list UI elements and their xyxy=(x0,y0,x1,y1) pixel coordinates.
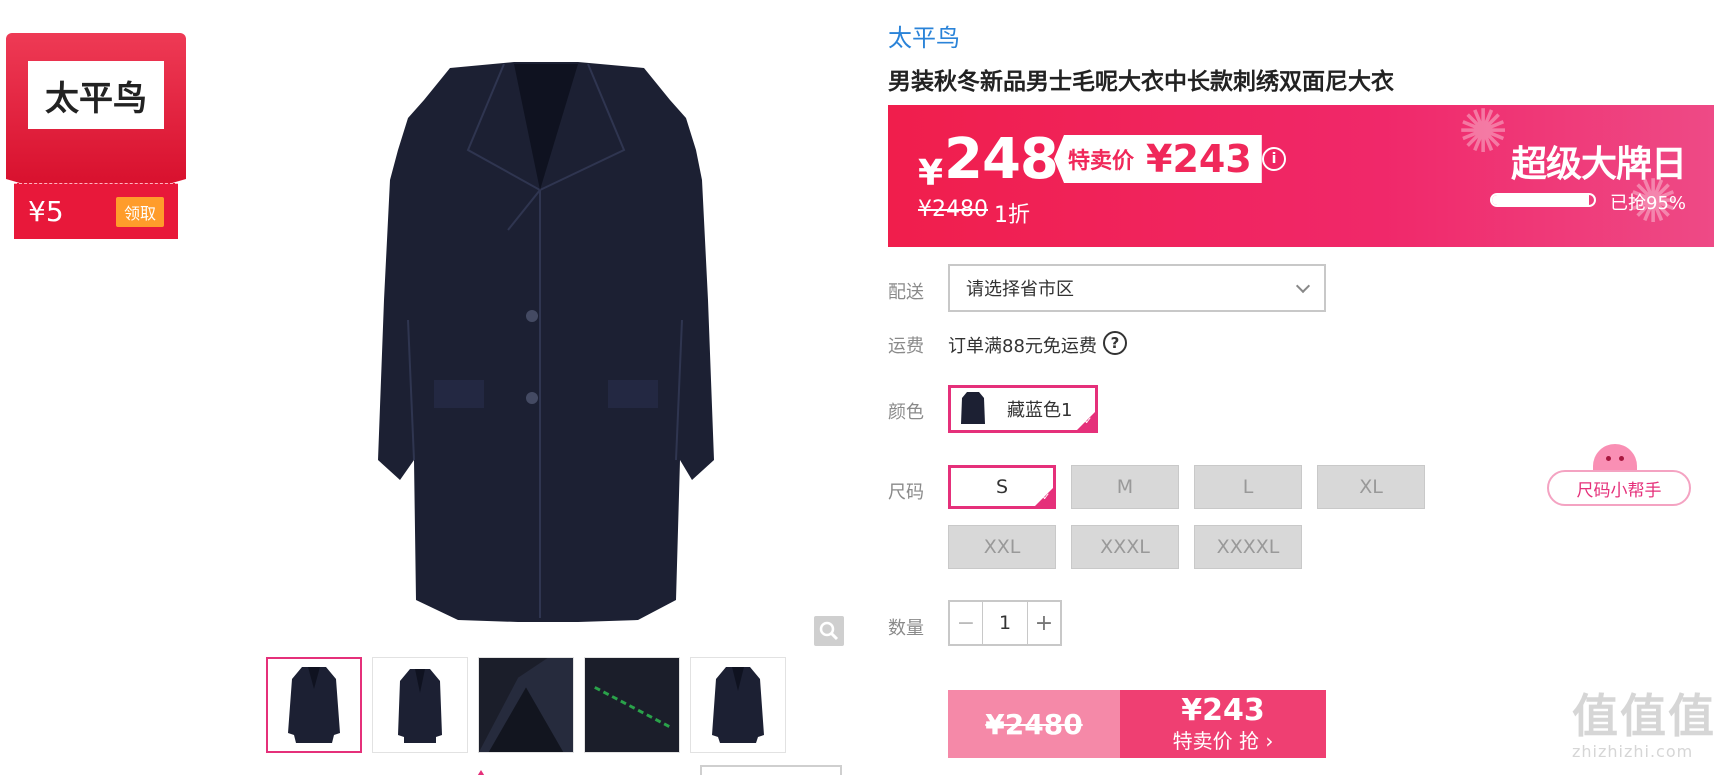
size-helper-button[interactable]: 尺码小帮手 xyxy=(1547,444,1691,506)
quantity-label: 数量 xyxy=(888,618,924,639)
quantity-decrease-button[interactable]: − xyxy=(950,602,982,644)
color-label: 颜色 xyxy=(888,402,924,423)
grabbed-progress-bar xyxy=(1490,193,1596,207)
size-option-s[interactable]: S xyxy=(948,465,1056,509)
magnifier-icon xyxy=(819,621,839,641)
size-label: 尺码 xyxy=(888,482,924,503)
shipping-label: 运费 xyxy=(888,336,924,357)
selected-check-icon xyxy=(1034,487,1054,507)
size-option-xl[interactable]: XL xyxy=(1317,465,1425,509)
main-product-image[interactable] xyxy=(278,40,848,660)
size-option-xxxl[interactable]: XXXL xyxy=(1071,525,1179,569)
campaign-title: 超级大牌日 xyxy=(1510,144,1687,185)
thumbnail-2[interactable] xyxy=(372,657,468,753)
size-helper-label: 尺码小帮手 xyxy=(1547,470,1691,506)
question-icon[interactable]: ? xyxy=(1103,331,1127,355)
coupon-brand: 太平鸟 xyxy=(28,61,164,129)
delivery-label: 配送 xyxy=(888,282,924,303)
region-select[interactable]: 请选择省市区 xyxy=(948,264,1326,312)
thumbnail-5[interactable] xyxy=(690,657,786,753)
thumbnail-strip xyxy=(266,657,786,753)
coupon-claim-button[interactable]: 领取 xyxy=(115,196,164,227)
grabbed-progress-fill xyxy=(1492,195,1589,205)
price-currency: ¥ xyxy=(918,153,944,194)
coupon-footer: ¥5 领取 xyxy=(14,183,178,239)
size-option-m[interactable]: M xyxy=(1071,465,1179,509)
grabbed-text: 已抢95% xyxy=(1610,193,1687,214)
size-option-xxl[interactable]: XXL xyxy=(948,525,1056,569)
discount-label: 1折 xyxy=(994,203,1030,228)
shipping-text: 订单满88元免运费 xyxy=(948,336,1097,357)
quantity-stepper: − 1 + xyxy=(948,600,1062,646)
buy-cta-label: 特卖价 抢 › xyxy=(1172,729,1274,753)
product-title: 男装秋冬新品男士毛呢大衣中长款刺绣双面尼大衣 xyxy=(888,69,1394,95)
special-price-label: 特卖价 xyxy=(1068,149,1135,174)
site-watermark: 值值值 zhizhizhi.com xyxy=(1572,690,1716,770)
buy-price: ¥243 xyxy=(1181,693,1265,728)
info-icon[interactable]: i xyxy=(1262,147,1286,171)
selected-check-icon xyxy=(1076,411,1096,431)
watermark-logo: 值值值 xyxy=(1572,689,1716,743)
zoom-button[interactable] xyxy=(814,616,844,646)
chevron-down-icon xyxy=(1295,278,1311,293)
coupon-card[interactable]: 太平鸟 ¥5 领取 xyxy=(6,33,186,239)
thumbnail-4[interactable] xyxy=(584,657,680,753)
firework-decoration: ✺ xyxy=(1458,105,1509,167)
brand-link[interactable]: 太平鸟 xyxy=(888,18,960,53)
sale-price: 248 xyxy=(944,127,1059,192)
original-price-block: ¥2480 xyxy=(948,690,1120,758)
coupon-amount: ¥5 xyxy=(28,195,64,228)
thumbnail-1[interactable] xyxy=(266,657,362,753)
thumbnail-3[interactable] xyxy=(478,657,574,753)
special-price-tag: 特卖价 ¥243 xyxy=(1054,135,1262,183)
quantity-increase-button[interactable]: + xyxy=(1028,602,1060,644)
quantity-value[interactable]: 1 xyxy=(982,602,1028,644)
color-option-label: 藏蓝色1 xyxy=(1007,400,1073,421)
color-option-navy[interactable]: 藏蓝色1 xyxy=(948,385,1098,433)
thumbnail-indicator xyxy=(476,770,486,775)
buy-now-button[interactable]: ¥243 特卖价 抢 › xyxy=(1120,690,1326,758)
buy-original-price: ¥2480 xyxy=(985,707,1083,741)
watermark-url: zhizhizhi.com xyxy=(1572,742,1694,761)
special-price: ¥243 xyxy=(1146,137,1252,181)
size-option-xxxxl[interactable]: XXXXL xyxy=(1194,525,1302,569)
original-price: ¥2480 xyxy=(918,197,988,222)
gallery-action-button[interactable] xyxy=(700,765,842,775)
size-option-l[interactable]: L xyxy=(1194,465,1302,509)
size-option-label: S xyxy=(995,476,1009,498)
color-swatch-image xyxy=(961,392,985,424)
price-banner: ✺ ✺ ¥ 248 特卖价 ¥243 i ¥2480 1折 超级大牌日 已抢95… xyxy=(888,105,1714,247)
region-select-value: 请选择省市区 xyxy=(966,279,1074,300)
